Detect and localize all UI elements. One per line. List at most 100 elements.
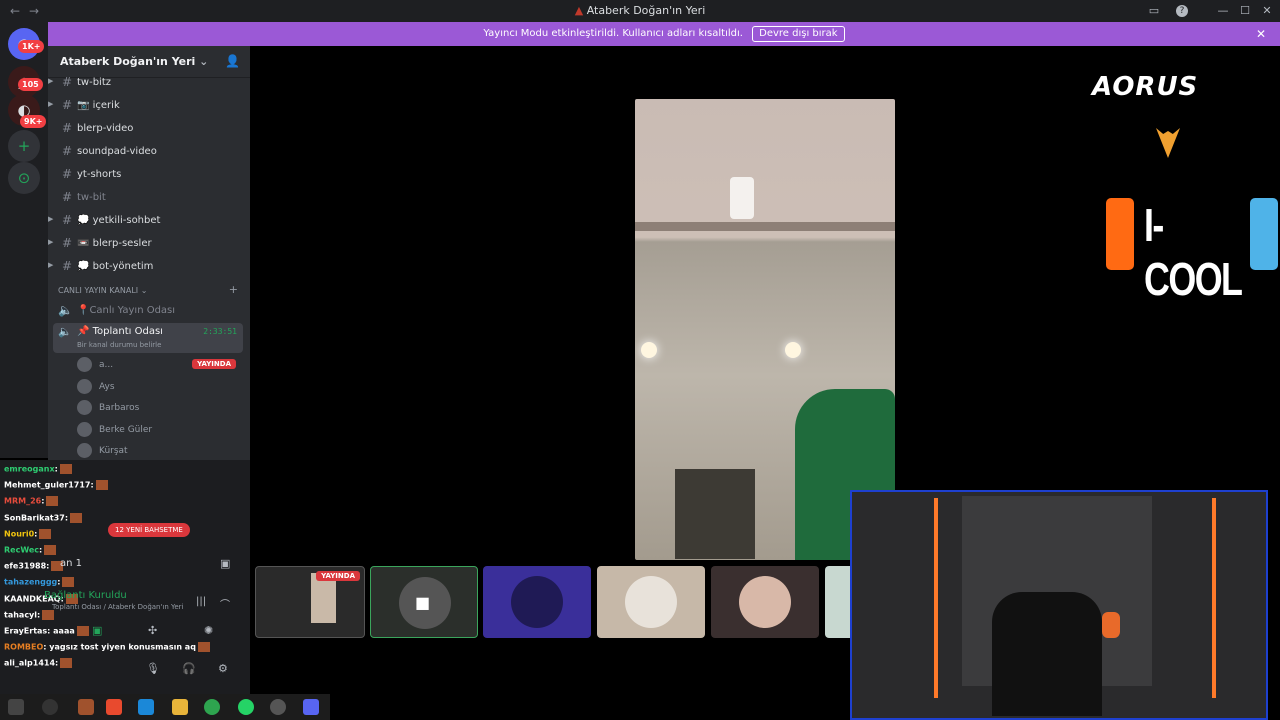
hash-icon: #: [62, 190, 73, 204]
soundboard-icon[interactable]: ✺: [204, 624, 213, 637]
channel-label: tw-bit: [77, 192, 106, 203]
chat-message: SonBarikat37:: [4, 512, 83, 523]
chat-username[interactable]: ali_alp1414: [4, 659, 55, 668]
channel-item[interactable]: ▶ # 📷 içerik: [48, 96, 250, 116]
voice-member[interactable]: a... YAYINDA: [77, 356, 242, 374]
file-explorer-icon[interactable]: [172, 699, 188, 715]
hash-icon: #: [62, 213, 73, 227]
channel-item[interactable]: ▶ # 📼 blerp-sesler: [48, 234, 250, 254]
chat-username[interactable]: efe31988: [4, 562, 46, 571]
speaker-active-icon: 🔈: [58, 325, 72, 338]
channel-item[interactable]: # soundpad-video: [48, 142, 250, 162]
new-mentions-pill[interactable]: 12 YENİ BAHSETME: [108, 523, 190, 537]
channel-item[interactable]: ▶ # tw-bitz: [48, 73, 250, 93]
discord-taskbar-icon[interactable]: [303, 699, 319, 715]
channel-item[interactable]: ▶ # 💭 bot-yönetim: [48, 257, 250, 277]
hash-icon: #: [62, 144, 73, 158]
voice-member[interactable]: Kürşat: [77, 442, 242, 460]
voice-member[interactable]: Ays: [77, 378, 242, 396]
chat-username[interactable]: tahacyl: [4, 610, 37, 619]
activity-icon[interactable]: ✣: [148, 624, 157, 637]
channel-status[interactable]: Bir kanal durumu belirle: [77, 341, 161, 349]
whatsapp-icon[interactable]: [238, 699, 254, 715]
chrome-icon[interactable]: [204, 699, 220, 715]
channel-item[interactable]: ▶ # 💭 yetkili-sohbet: [48, 211, 250, 231]
stream-thumbnail[interactable]: YAYINDA: [255, 566, 365, 638]
emote-icon: [59, 464, 72, 474]
avatar: [77, 357, 92, 372]
notice-text: Yayıncı Modu etkinleştirildi. Kullanıcı …: [483, 28, 743, 39]
start-icon[interactable]: [8, 699, 24, 715]
search-icon[interactable]: [42, 699, 58, 715]
collapse-arrow-icon: ▶: [48, 215, 54, 223]
channel-item[interactable]: # yt-shorts: [48, 165, 250, 185]
chat-toggle-icon[interactable]: ▣: [220, 557, 230, 570]
emote-icon: [197, 642, 210, 653]
add-server-icon[interactable]: +: [8, 130, 40, 162]
disconnect-icon[interactable]: ⌒: [220, 596, 230, 611]
help-icon[interactable]: ?: [1176, 5, 1188, 17]
channel-item[interactable]: # tw-bit: [48, 188, 250, 208]
emote-icon: [42, 609, 55, 620]
chat-message: tahacyl:: [4, 609, 55, 620]
participant-tile-4[interactable]: [711, 566, 819, 638]
chat-username[interactable]: emreoganx: [4, 465, 55, 474]
chat-username[interactable]: Nouri0: [4, 529, 34, 538]
member-name: a...: [99, 360, 114, 370]
category-header[interactable]: CANLI YAYIN KANALI ⌄: [58, 286, 147, 295]
avatar: [77, 421, 92, 437]
obs-icon[interactable]: [270, 699, 286, 715]
camera-toggle-icon[interactable]: ▣: [92, 624, 102, 637]
window-title-text: Ataberk Doğan'ın Yeri: [586, 4, 706, 17]
active-voice-label: 📌 Toplantı Odası: [77, 326, 163, 337]
participant-tile-1[interactable]: ■: [370, 566, 478, 638]
copilot-icon[interactable]: [106, 699, 122, 715]
channel-item[interactable]: # blerp-video: [48, 119, 250, 139]
disable-streamer-mode-button[interactable]: Devre dışı bırak: [752, 26, 845, 42]
chat-username[interactable]: ErayErtas: [4, 627, 47, 636]
emote-icon: [44, 545, 57, 555]
gaming-chair-shape: [992, 592, 1102, 716]
channel-label: yt-shorts: [77, 169, 122, 180]
chat-username[interactable]: SonBarikat37: [4, 513, 65, 522]
chat-username[interactable]: MRM_26: [4, 497, 41, 506]
windows-taskbar: [0, 694, 330, 720]
member-name: Barbaros: [99, 403, 140, 413]
voice-channel-toplanti[interactable]: 🔈 📌 Toplantı Odası 2:33:51 Bir kanal dur…: [53, 323, 243, 353]
minimize-button[interactable]: —: [1215, 3, 1231, 19]
chat-text: :: [41, 496, 45, 506]
led-strip-right: [1212, 498, 1216, 698]
member-name: Berke Güler: [99, 424, 153, 435]
chat-username[interactable]: ROMBEO: [4, 643, 43, 652]
discover-icon[interactable]: ⊙: [8, 162, 40, 194]
chat-username[interactable]: Mehmet_guler1717: [4, 481, 90, 490]
close-notice-icon[interactable]: ✕: [1256, 22, 1266, 46]
participant-tile-2[interactable]: [483, 566, 591, 638]
settings-gear-icon[interactable]: ⚙: [218, 662, 228, 675]
maximize-button[interactable]: ☐: [1237, 3, 1253, 19]
channel-label: 📷 içerik: [77, 100, 120, 111]
headphones-icon[interactable]: 🎧: [182, 662, 196, 675]
server-glyph-icon: ▲: [574, 4, 584, 17]
live-badge: YAYINDA: [316, 571, 360, 581]
chat-message: efe31988:: [4, 561, 64, 572]
camera-device-shape: [730, 177, 754, 219]
voice-member[interactable]: Barbaros: [77, 399, 242, 417]
chat-username[interactable]: tahazenggg: [4, 578, 57, 587]
screen-share-icon[interactable]: ▭: [1146, 3, 1162, 19]
edge-icon[interactable]: [138, 699, 154, 715]
microphone-icon[interactable]: 🎙: [146, 662, 160, 675]
close-window-button[interactable]: ✕: [1259, 3, 1275, 19]
task-view-icon[interactable]: [78, 699, 94, 715]
add-channel-icon[interactable]: +: [229, 283, 238, 296]
channel-label: 💭 yetkili-sohbet: [77, 215, 161, 226]
invite-people-icon[interactable]: 👤: [225, 54, 240, 68]
hash-icon: #: [62, 236, 73, 250]
participant-tile-3[interactable]: [597, 566, 705, 638]
signal-icon[interactable]: |||: [196, 596, 206, 607]
voice-channel-canli-yayin[interactable]: 🔈 📍Canlı Yayın Odası: [48, 301, 250, 321]
chat-message: MRM_26:: [4, 496, 59, 507]
chat-username[interactable]: RecWec: [4, 546, 39, 555]
voice-member[interactable]: Berke Güler: [77, 421, 242, 439]
emote-icon: [70, 512, 83, 523]
